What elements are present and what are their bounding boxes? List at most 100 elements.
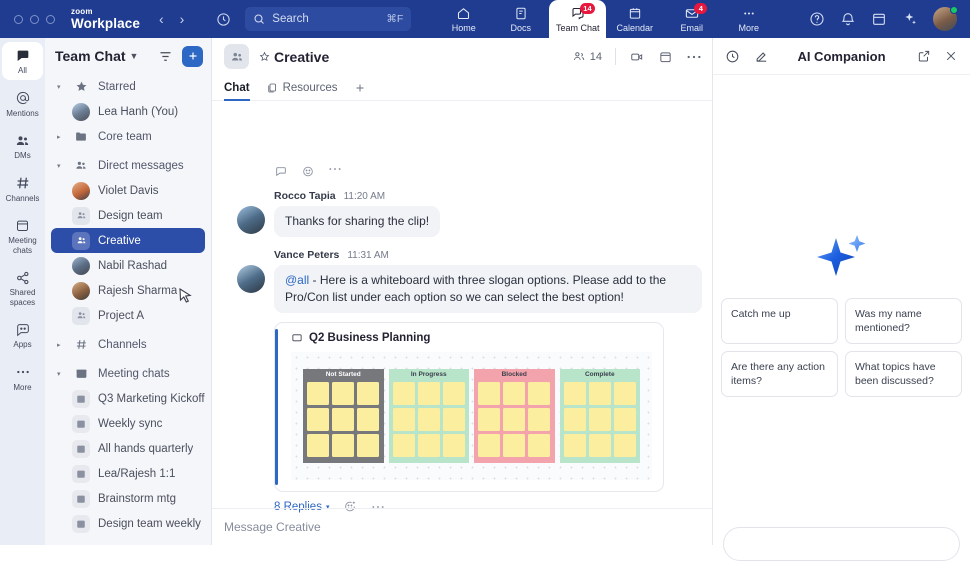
- sidebar-group-meeting-chats[interactable]: ▾ Meeting chats: [51, 361, 205, 386]
- forward-icon[interactable]: ›: [180, 11, 185, 27]
- nav-tab-home[interactable]: Home: [435, 0, 492, 38]
- ai-companion-panel: AI Companion: [712, 38, 970, 545]
- group-icon: [72, 207, 90, 225]
- window-minimize-dot[interactable]: [30, 15, 39, 24]
- rail-item-apps[interactable]: Apps: [2, 316, 43, 354]
- home-icon: [456, 6, 471, 21]
- sidebar-item-project-a[interactable]: Project A: [51, 303, 205, 328]
- member-count[interactable]: 14: [572, 50, 602, 63]
- nav-tab-calendar[interactable]: Calendar: [606, 0, 663, 38]
- sidebar-group-starred[interactable]: ▾ Starred: [51, 74, 205, 99]
- mention-all[interactable]: @all: [285, 273, 309, 287]
- sticky-note: [528, 408, 550, 431]
- navigation-arrows: ‹ ›: [159, 11, 231, 27]
- avatar: [72, 182, 90, 200]
- chevron-down-icon[interactable]: ▼: [130, 51, 139, 61]
- tab-resources-label: Resources: [283, 82, 338, 94]
- ellipsis-icon: [15, 364, 31, 381]
- column-header: Complete: [560, 369, 641, 379]
- message-body: @all - Here is a whiteboard with three s…: [224, 265, 702, 313]
- sidebar-item-design-team-weekly[interactable]: Design team weekly: [51, 511, 205, 536]
- nav-tab-team-chat[interactable]: 14 Team Chat: [549, 0, 606, 38]
- sidebar-group-channels-label: Channels: [98, 339, 147, 351]
- calendar-icon[interactable]: [658, 50, 673, 64]
- sidebar-item-weekly-sync[interactable]: Weekly sync: [51, 411, 205, 436]
- nav-tab-docs[interactable]: Docs: [492, 0, 549, 38]
- sidebar-item-brainstorm-mtg[interactable]: Brainstorm mtg: [51, 486, 205, 511]
- rail-item-dms[interactable]: DMs: [2, 127, 43, 165]
- history-icon[interactable]: [216, 12, 231, 27]
- more-icon[interactable]: [686, 53, 702, 61]
- nav-tab-docs-label: Docs: [511, 23, 532, 33]
- nav-tab-email[interactable]: 4 Email: [663, 0, 720, 38]
- sticky-notes: [303, 379, 384, 463]
- rail-item-mentions[interactable]: Mentions: [2, 85, 43, 123]
- message-meta: Vance Peters 11:31 AM: [224, 249, 702, 261]
- whiteboard-icon: [291, 333, 303, 344]
- reply-icon[interactable]: [274, 165, 288, 178]
- sidebar-item-q3-marketing-kickoff[interactable]: Q3 Marketing Kickoff: [51, 386, 205, 411]
- rail-item-shared-spaces[interactable]: Shared spaces: [2, 264, 43, 311]
- more-icon: [741, 6, 757, 21]
- whiteboard-card[interactable]: Q2 Business Planning Not Started In Prog…: [274, 322, 664, 492]
- rail-item-shared-spaces-label: Shared spaces: [2, 288, 43, 307]
- emoji-icon[interactable]: [301, 165, 315, 178]
- page-title: Creative: [259, 49, 329, 65]
- rail-item-all[interactable]: All: [2, 42, 43, 80]
- open-external-icon[interactable]: [917, 49, 931, 63]
- suggestion-catch-me-up[interactable]: Catch me up: [721, 298, 838, 344]
- tab-chat[interactable]: Chat: [224, 75, 250, 101]
- sticky-note: [332, 382, 354, 405]
- compose-icon[interactable]: [754, 49, 769, 64]
- close-icon[interactable]: [944, 49, 958, 63]
- message-attachment-image[interactable]: [274, 101, 648, 159]
- chat-tabs: Chat Resources: [212, 75, 712, 101]
- sidebar-item-lea-rajesh-1-1[interactable]: Lea/Rajesh 1:1: [51, 461, 205, 486]
- sidebar-item-violet-davis[interactable]: Violet Davis: [51, 178, 205, 203]
- sidebar-item-q3-marketing-kickoff-label: Q3 Marketing Kickoff: [98, 393, 205, 405]
- sidebar-group-core-team[interactable]: ▸ Core team: [51, 124, 205, 149]
- sticky-note: [393, 434, 415, 457]
- chat-sidebar: Team Chat ▼ ▾ Starred Lea Hanh (You) ▸ C…: [45, 38, 212, 545]
- filter-icon[interactable]: [158, 49, 173, 64]
- apps-bubble-icon: [15, 321, 31, 338]
- nav-tab-more[interactable]: More: [720, 0, 777, 38]
- rail-item-channels[interactable]: Channels: [2, 170, 43, 208]
- message-list[interactable]: Rocco Tapia 11:20 AM Thanks for sharing …: [212, 101, 712, 545]
- more-icon[interactable]: [328, 165, 342, 178]
- sidebar-item-lea-hanh[interactable]: Lea Hanh (You): [51, 99, 205, 124]
- sidebar-group-channels[interactable]: ▸ Channels: [51, 332, 205, 357]
- back-icon[interactable]: ‹: [159, 11, 164, 27]
- rail-item-dms-label: DMs: [14, 151, 30, 161]
- suggestion-was-my-name-mentioned[interactable]: Was my name mentioned?: [845, 298, 962, 344]
- sticky-note: [307, 382, 329, 405]
- suggestion-action-items[interactable]: Are there any action items?: [721, 351, 838, 397]
- window-controls[interactable]: [14, 15, 55, 24]
- rail-item-meeting-chats[interactable]: Meeting chats: [2, 212, 43, 259]
- sidebar-item-all-hands-quarterly[interactable]: All hands quarterly: [51, 436, 205, 461]
- help-icon[interactable]: [809, 11, 825, 27]
- avatar[interactable]: [933, 7, 957, 31]
- bell-icon[interactable]: [840, 11, 856, 27]
- ai-sparkle-icon[interactable]: [902, 11, 918, 27]
- video-camera-icon[interactable]: [629, 50, 645, 64]
- suggestion-topics-discussed[interactable]: What topics have been discussed?: [845, 351, 962, 397]
- window-close-dot[interactable]: [14, 15, 23, 24]
- rail-item-more[interactable]: More: [2, 359, 43, 397]
- sidebar-group-direct-messages[interactable]: ▾ Direct messages: [51, 153, 205, 178]
- sidebar-item-nabil-rashad[interactable]: Nabil Rashad: [51, 253, 205, 278]
- message-composer[interactable]: Message Creative: [212, 508, 712, 545]
- ai-prompt-input[interactable]: [723, 527, 960, 561]
- star-outline-icon[interactable]: [259, 51, 270, 62]
- sidebar-item-project-a-label: Project A: [98, 310, 144, 322]
- window-icon[interactable]: [871, 11, 887, 27]
- add-tab-button[interactable]: [354, 75, 366, 101]
- search-input[interactable]: Search ⌘F: [245, 7, 411, 31]
- window-maximize-dot[interactable]: [46, 15, 55, 24]
- sidebar-item-design-team[interactable]: Design team: [51, 203, 205, 228]
- sidebar-item-creative[interactable]: Creative: [51, 228, 205, 253]
- channel-avatar: [224, 44, 249, 69]
- tab-resources[interactable]: Resources: [266, 75, 338, 101]
- history-icon[interactable]: [725, 49, 740, 64]
- new-chat-button[interactable]: [182, 46, 203, 67]
